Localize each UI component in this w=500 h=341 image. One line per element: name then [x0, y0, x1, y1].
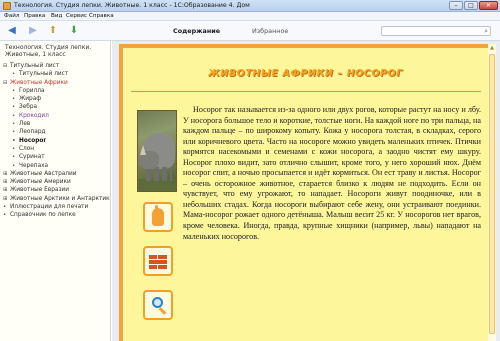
close-button[interactable]: ✕: [479, 1, 498, 10]
forward-arrow-icon[interactable]: ▶: [27, 25, 39, 37]
article-text: Носорог так называется из-за одного или …: [183, 105, 481, 241]
tree-item[interactable]: ⊞ Животные Евразии: [3, 186, 109, 194]
title-divider: [131, 91, 481, 92]
expand-icon[interactable]: ⊞: [3, 195, 10, 203]
tree-item[interactable]: • Носорог: [3, 137, 109, 145]
tree-item-label: Животные Австралии: [10, 170, 77, 177]
lesson-page: ЖИВОТНЫЕ АФРИКИ – НОСОРОГ Носорог так на…: [119, 44, 492, 341]
tree-item[interactable]: • Черепаха: [3, 162, 109, 170]
brick-button[interactable]: [143, 246, 173, 276]
tree-item-label: Иллюстрации для печати: [10, 204, 89, 211]
expand-icon[interactable]: ⊞: [3, 186, 10, 194]
menu-bar: Файл Правка Вид Сервис Справка: [0, 12, 500, 21]
tab-favorites[interactable]: Избранное: [252, 27, 288, 35]
tree-item[interactable]: • Леопард: [3, 128, 109, 136]
bullet-icon: •: [12, 137, 16, 144]
tree-item[interactable]: • Жираф: [3, 95, 109, 103]
search-icon[interactable]: ⌕: [484, 27, 488, 36]
rhino-legs-shape: [146, 167, 172, 181]
bullet-icon: •: [3, 204, 7, 211]
tree-item-label: Лев: [19, 121, 31, 128]
window-title: Технология. Студия лепки. Животные. 1 кл…: [14, 2, 250, 9]
expand-icon[interactable]: ⊞: [3, 178, 10, 186]
tree-item-label: Слон: [19, 145, 35, 152]
tree-item-label: Крокодил: [19, 112, 49, 119]
tree-item[interactable]: ⊟ Титульный лист: [3, 62, 109, 70]
menu-file[interactable]: Файл: [4, 13, 19, 19]
menu-edit[interactable]: Правка: [24, 13, 45, 19]
rhino-horn-shape: [140, 145, 146, 155]
sidebar: Технология. Студия лепки. Животные, 1 кл…: [0, 41, 111, 341]
collapse-icon[interactable]: ⊟: [3, 62, 10, 70]
tree-item[interactable]: • Суринат: [3, 153, 109, 161]
bullet-icon: •: [12, 154, 16, 161]
scroll-up-icon[interactable]: ▲: [488, 44, 496, 52]
tree-item-label: Леопард: [19, 129, 46, 136]
tree-item-label: Титульный лист: [10, 63, 60, 69]
bullet-icon: •: [12, 87, 16, 94]
modeling-hand-button[interactable]: [143, 202, 173, 232]
tree-item[interactable]: • Справочник по лепке: [3, 211, 109, 219]
bullet-icon: •: [12, 112, 16, 119]
bullet-icon: •: [3, 212, 7, 219]
menu-tools[interactable]: Сервис: [66, 13, 87, 19]
toolbar: ◀ ▶ ⬆ ⬇ Содержание Избранное ⌕: [0, 21, 500, 41]
tree-item[interactable]: • Титульный лист: [3, 70, 109, 78]
expand-icon[interactable]: ⊞: [3, 170, 10, 178]
tree-item-label: Жираф: [19, 96, 42, 103]
page-title-band: ЖИВОТНЫЕ АФРИКИ – НОСОРОГ: [129, 64, 482, 84]
bullet-icon: •: [12, 104, 16, 111]
tree-item-label: Животные Америки: [10, 179, 71, 186]
tree-item[interactable]: ⊞ Животные Америки: [3, 178, 109, 186]
menu-help[interactable]: Справка: [89, 13, 114, 19]
tree-item[interactable]: • Иллюстрации для печати: [3, 203, 109, 211]
page-scrollbar[interactable]: ▲: [488, 44, 496, 341]
app-icon: [3, 2, 11, 10]
up-arrow-icon[interactable]: ⬆: [47, 25, 59, 37]
tree-item-label: Животные Арктики и Антарктики: [10, 195, 111, 202]
title-bar: Технология. Студия лепки. Животные. 1 кл…: [0, 0, 500, 12]
tab-contents[interactable]: Содержание: [173, 27, 220, 35]
tree-item-label: Животные Африки: [10, 79, 68, 86]
minimize-button[interactable]: –: [449, 1, 463, 10]
tree-item-label: Животные Евразии: [10, 187, 70, 194]
hand-icon: [152, 205, 164, 226]
bricks-icon: [149, 254, 167, 269]
page-title: ЖИВОТНЫЕ АФРИКИ – НОСОРОГ: [208, 68, 403, 79]
bullet-icon: •: [12, 145, 16, 152]
tree-item[interactable]: • Зебра: [3, 103, 109, 111]
tree-item-label: Справочник по лепке: [10, 212, 76, 219]
bullet-icon: •: [12, 71, 16, 78]
tree-item[interactable]: • Лев: [3, 120, 109, 128]
rhino-photo: [137, 110, 177, 192]
tree-item-label: Зебра: [19, 104, 38, 111]
tree-item-label: Горилла: [19, 87, 45, 94]
tree-item-label: Титульный лист: [19, 71, 69, 78]
tree-item[interactable]: ⊞ Животные Австралии: [3, 170, 109, 178]
bullet-icon: •: [12, 96, 16, 103]
down-arrow-icon[interactable]: ⬇: [68, 25, 80, 37]
bullet-icon: •: [12, 162, 16, 169]
scroll-thumb[interactable]: [489, 54, 495, 334]
tree-item-label: Суринат: [19, 154, 45, 161]
tree-item[interactable]: • Горилла: [3, 87, 109, 95]
maximize-button[interactable]: □: [464, 1, 478, 10]
tree-item-label: Черепаха: [19, 162, 49, 169]
back-arrow-icon[interactable]: ◀: [6, 25, 18, 37]
bullet-icon: •: [12, 121, 16, 128]
search-input[interactable]: ⌕: [381, 26, 491, 36]
tree-item[interactable]: • Слон: [3, 145, 109, 153]
magnifier-button[interactable]: [143, 290, 173, 320]
magnifier-handle-icon: [158, 307, 167, 315]
magnifier-icon: [152, 297, 163, 308]
tree-item[interactable]: • Крокодил: [3, 112, 109, 120]
menu-view[interactable]: Вид: [51, 13, 62, 19]
tree-item[interactable]: ⊞ Животные Арктики и Антарктики: [3, 195, 111, 203]
sidebar-title: Технология. Студия лепки. Животные, 1 кл…: [5, 44, 92, 58]
tree-item-label: Носорог: [19, 137, 47, 144]
tree-item[interactable]: ⊟ Животные Африки: [3, 79, 109, 87]
bullet-icon: •: [12, 129, 16, 136]
contents-tree: ⊟ Титульный лист • Титульный лист ⊟ Животные …: [3, 62, 111, 220]
collapse-icon[interactable]: ⊟: [3, 79, 10, 87]
